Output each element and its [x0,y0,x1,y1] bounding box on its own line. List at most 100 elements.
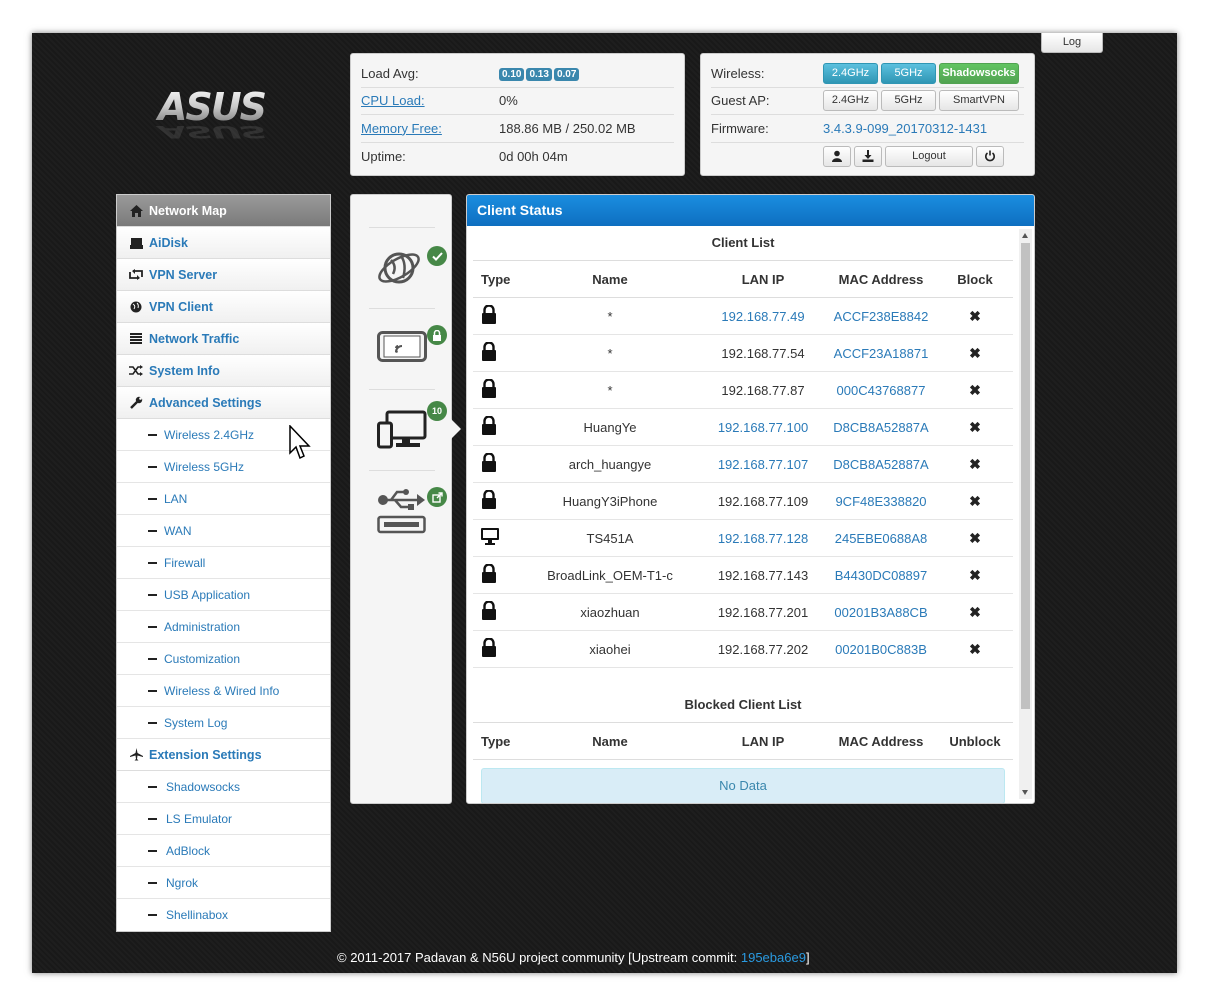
sub-adblock[interactable]: AdBlock [117,835,330,867]
block-button[interactable]: ✖ [937,297,1013,335]
sub-usb-application[interactable]: USB Application [117,579,330,611]
devices-icon [377,410,427,449]
logout-button[interactable]: Logout [885,145,973,167]
wireless-row: Wireless: 2.4GHz 5GHz Shadowsocks [711,60,1024,88]
sub-firewall[interactable]: Firewall [117,547,330,579]
usb-status[interactable] [369,470,447,550]
dash-icon [148,593,157,596]
sub-wireless-wired-info[interactable]: Wireless & Wired Info [117,675,330,707]
memory-free-link[interactable]: Memory Free: [361,121,499,136]
smartvpn-button[interactable]: SmartVPN [939,90,1019,112]
client-mac[interactable]: D8CB8A52887A [825,445,937,483]
sub-lan[interactable]: LAN [117,483,330,515]
sub-system-log[interactable]: System Log [117,707,330,739]
nav-extension-settings[interactable]: Extension Settings [117,739,330,771]
nav-system-info-label: System Info [149,363,220,378]
scroll-up-arrow[interactable] [1022,233,1028,238]
tablet-wifi-icon [377,331,427,362]
system-status-panel: Load Avg: 0.10 0.13 0.07 CPU Load: 0% Memo… [350,53,685,176]
nav-system-info[interactable]: System Info [117,355,330,387]
client-list-title: Client List [711,235,775,250]
wireless-status[interactable] [369,308,447,388]
mouse-cursor-icon [289,425,311,460]
guest-5ghz-button[interactable]: 5GHz [881,90,936,112]
block-button[interactable]: ✖ [937,334,1013,372]
sub-shellinabox[interactable]: Shellinabox [117,899,330,931]
internet-status[interactable] [369,227,447,307]
client-type [473,371,519,409]
block-button[interactable]: ✖ [937,445,1013,483]
share-icon [427,487,447,507]
block-button[interactable]: ✖ [937,371,1013,409]
shadowsocks-button[interactable]: Shadowsocks [939,62,1019,84]
sub-customization[interactable]: Customization [117,643,330,675]
col-name: Name [519,722,701,760]
client-mac[interactable]: 000C43768877 [825,371,937,409]
nav-vpn-server[interactable]: VPN Server [117,259,330,291]
block-button[interactable]: ✖ [937,482,1013,520]
sub-label: Customization [164,651,241,666]
firmware-version-link[interactable]: 3.4.3.9-099_20170312-1431 [823,121,987,136]
power-button[interactable] [976,145,1004,167]
dash-icon [148,657,157,660]
actions-row: Logout [711,143,1024,171]
client-mac[interactable]: D8CB8A52887A [825,408,937,446]
lock-icon [482,341,496,361]
blocked-list-title: Blocked Client List [684,697,802,712]
user-button[interactable] [823,145,851,167]
client-type [473,334,519,372]
user-icon [832,150,842,163]
nav-vpn-client[interactable]: VPN Client [117,291,330,323]
client-mac[interactable]: 00201B3A88CB [825,593,937,631]
sub-ngrok[interactable]: Ngrok [117,867,330,899]
client-ip[interactable]: 192.168.77.128 [701,519,825,557]
client-mac[interactable]: 9CF48E338820 [825,482,937,520]
nav-advanced-settings-label: Advanced Settings [149,395,262,410]
scroll-down-arrow[interactable] [1022,790,1028,795]
wireless-5ghz-button[interactable]: 5GHz [881,62,936,84]
client-mac[interactable]: B4430DC08897 [825,556,937,594]
wireless-24ghz-button[interactable]: 2.4GHz [823,62,878,84]
scroll-thumb[interactable] [1021,243,1030,709]
nav-advanced-settings[interactable]: Advanced Settings [117,387,330,419]
sub-ls-emulator[interactable]: LS Emulator [117,803,330,835]
block-button[interactable]: ✖ [937,556,1013,594]
cpu-load-link[interactable]: CPU Load: [361,93,499,108]
block-button[interactable]: ✖ [937,408,1013,446]
asus-logo: ASUS ASUS [155,88,268,142]
client-type [473,408,519,446]
nav-aidisk[interactable]: AiDisk [117,227,330,259]
client-mac[interactable]: ACCF23A18871 [825,334,937,372]
clients-status[interactable]: 10 [369,389,447,469]
block-button[interactable]: ✖ [937,630,1013,668]
client-ip[interactable]: 192.168.77.107 [701,445,825,483]
close-icon: ✖ [969,418,981,435]
svg-text:ASUS: ASUS [155,122,265,142]
nav-network-traffic[interactable]: Network Traffic [117,323,330,355]
client-mac[interactable]: ACCF238E8842 [825,297,937,335]
client-mac[interactable]: 00201B0C883B [825,630,937,668]
sub-label: LAN [164,491,188,506]
client-ip[interactable]: 192.168.77.100 [701,408,825,446]
client-ip[interactable]: 192.168.77.49 [701,297,825,335]
client-row: HuangYe 192.168.77.100 D8CB8A52887A ✖ [473,408,1013,446]
download-icon [862,150,874,163]
client-mac[interactable]: 245EBE0688A8 [825,519,937,557]
commit-link[interactable]: 195eba6e9 [741,950,806,965]
sub-administration[interactable]: Administration [117,611,330,643]
nav-network-map[interactable]: Network Map [117,195,330,227]
block-button[interactable]: ✖ [937,519,1013,557]
lock-icon [482,563,496,583]
firmware-row: Firmware: 3.4.3.9-099_20170312-1431 [711,115,1024,143]
log-tab[interactable]: Log [1041,33,1103,53]
download-button[interactable] [854,145,882,167]
guest-24ghz-button[interactable]: 2.4GHz [823,90,878,112]
block-button[interactable]: ✖ [937,593,1013,631]
dash-icon [148,914,157,916]
scrollbar[interactable] [1019,229,1032,799]
nav-network-map-label: Network Map [149,203,227,218]
sub-wan[interactable]: WAN [117,515,330,547]
memory-free-value: 188.86 MB / 250.02 MB [499,120,636,136]
sub-shadowsocks[interactable]: Shadowsocks [117,771,330,803]
client-ip: 192.168.77.201 [701,593,825,631]
